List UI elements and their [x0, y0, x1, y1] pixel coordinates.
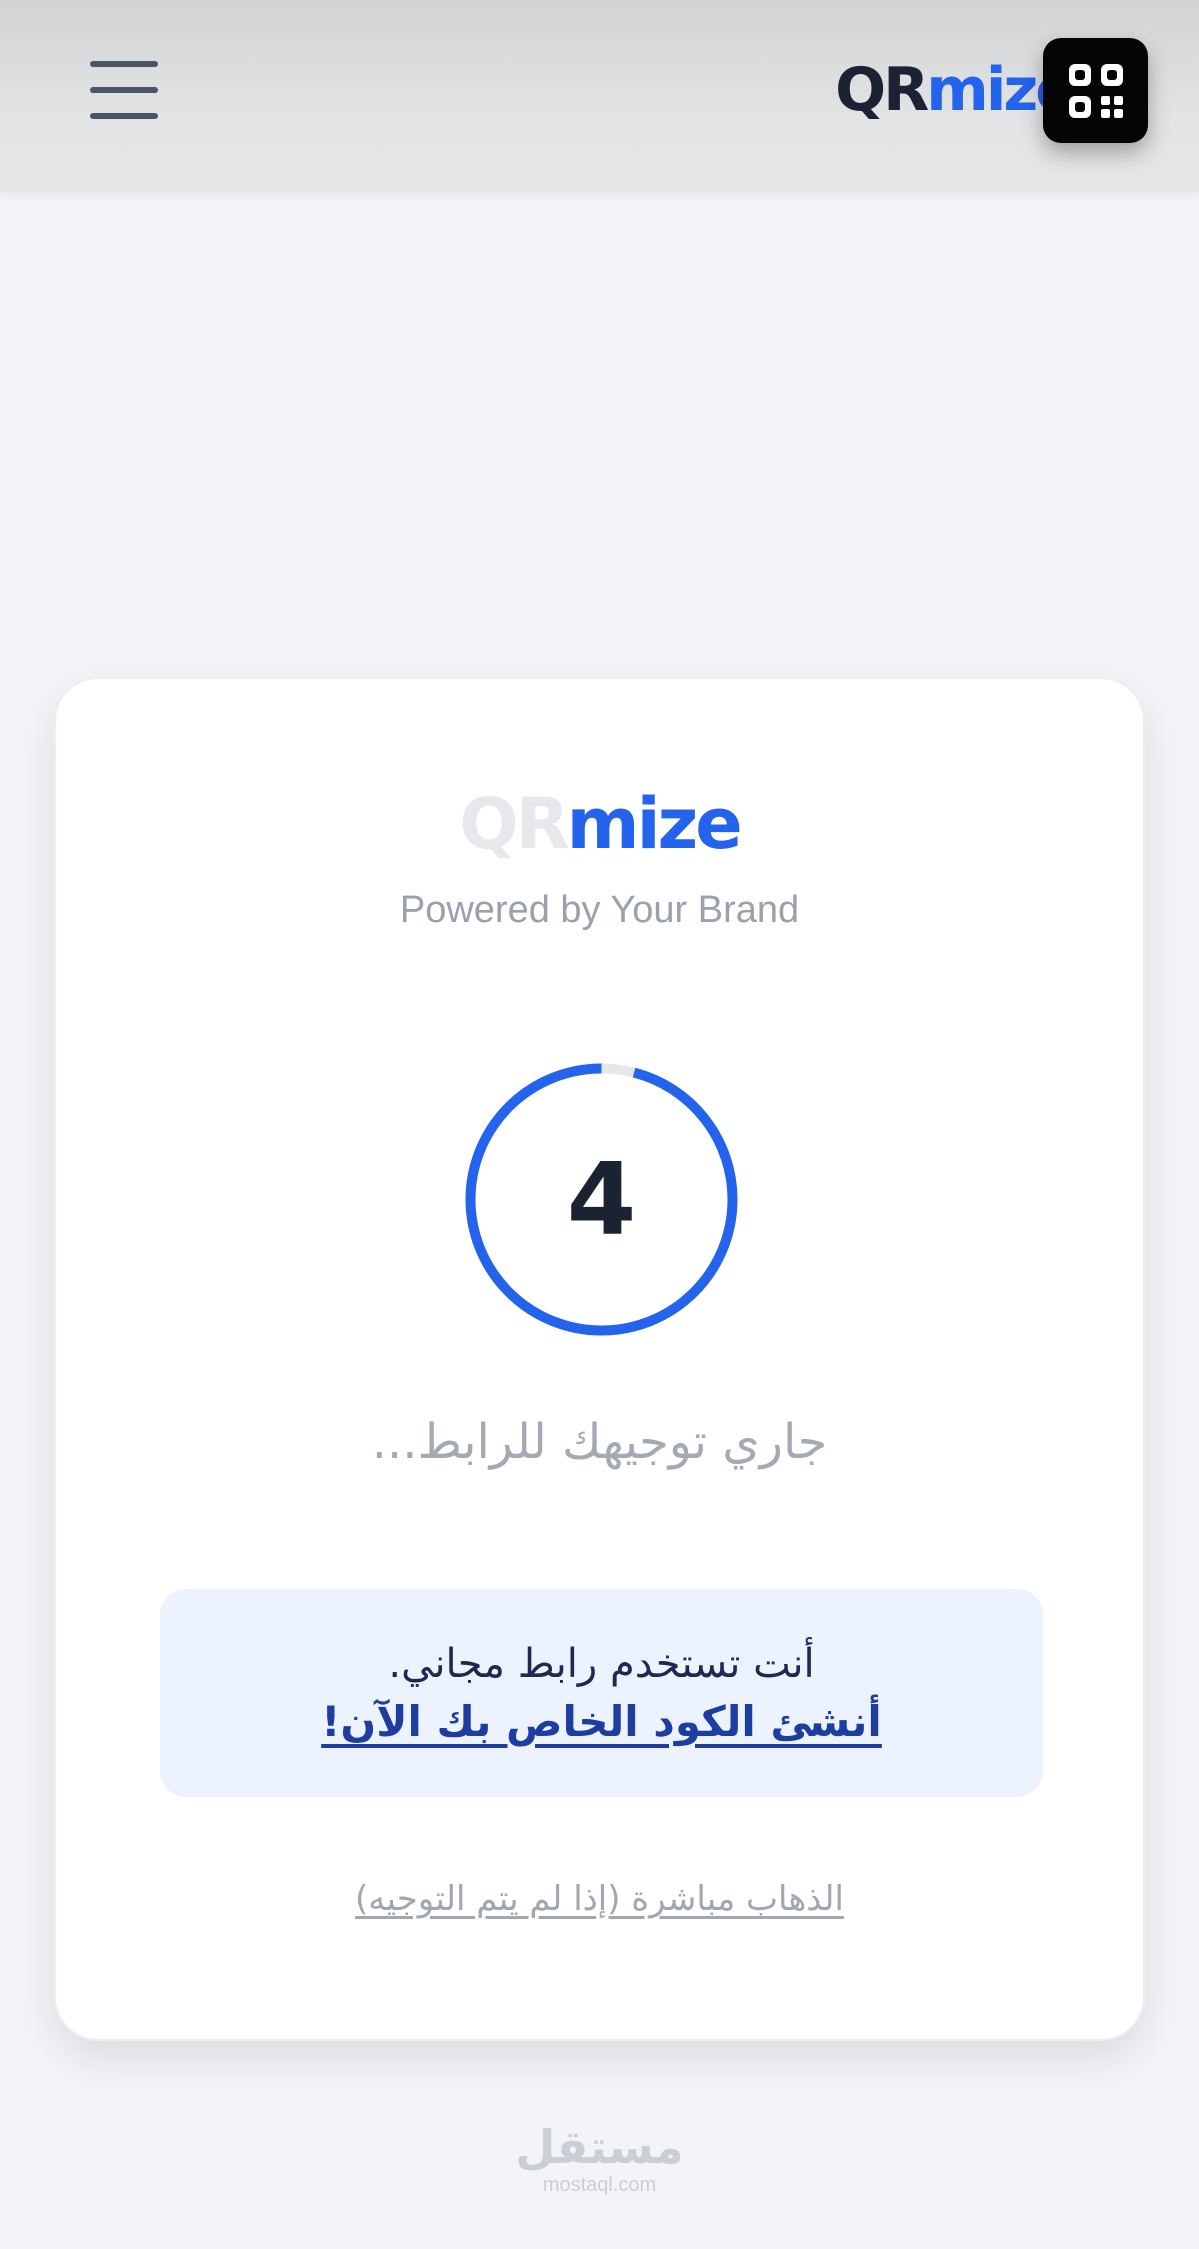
brand-qr-text: QR [835, 55, 929, 125]
watermark-latin: mostaql.com [542, 2174, 657, 2196]
watermark-arabic: مستقل [515, 2120, 684, 2174]
mostaql-watermark: مستقل mostaql.com [0, 2124, 1199, 2197]
create-code-link[interactable]: أنشئ الكود الخاص بك الآن! [321, 1697, 882, 1746]
qr-code-icon[interactable] [1043, 38, 1148, 143]
go-directly-link[interactable]: الذهاب مباشرة (إذا لم يتم التوجيه) [56, 1879, 1143, 1919]
countdown-number: 4 [566, 1141, 637, 1258]
top-header: QR mize [0, 0, 1199, 194]
promo-text: أنت تستخدم رابط مجاني. [388, 1640, 815, 1687]
hamburger-menu-icon-bar [90, 113, 158, 119]
header-brand-logo[interactable]: QR mize [835, 50, 1076, 130]
redirect-status-text: جاري توجيهك للرابط... [371, 1414, 828, 1470]
hamburger-menu-button[interactable] [80, 50, 166, 130]
card-brand-logo: QRmize [56, 789, 1143, 859]
hamburger-menu-icon [90, 61, 158, 67]
card-brand-qr-text: QR [459, 783, 569, 865]
card-brand-mize-text: mize [566, 783, 743, 865]
qr-code-glyph [1068, 63, 1123, 118]
redirect-card: QRmize Powered by Your Brand 4 جاري توجي… [54, 677, 1145, 2041]
free-link-promo: أنت تستخدم رابط مجاني. أنشئ الكود الخاص … [160, 1589, 1043, 1797]
countdown-timer: 4 [464, 1062, 739, 1337]
hamburger-menu-icon-bar [90, 87, 158, 93]
page: QR mize QRmize Powered by Your Brand 4 ج… [0, 0, 1199, 2249]
tagline: Powered by Your Brand [399, 889, 800, 931]
